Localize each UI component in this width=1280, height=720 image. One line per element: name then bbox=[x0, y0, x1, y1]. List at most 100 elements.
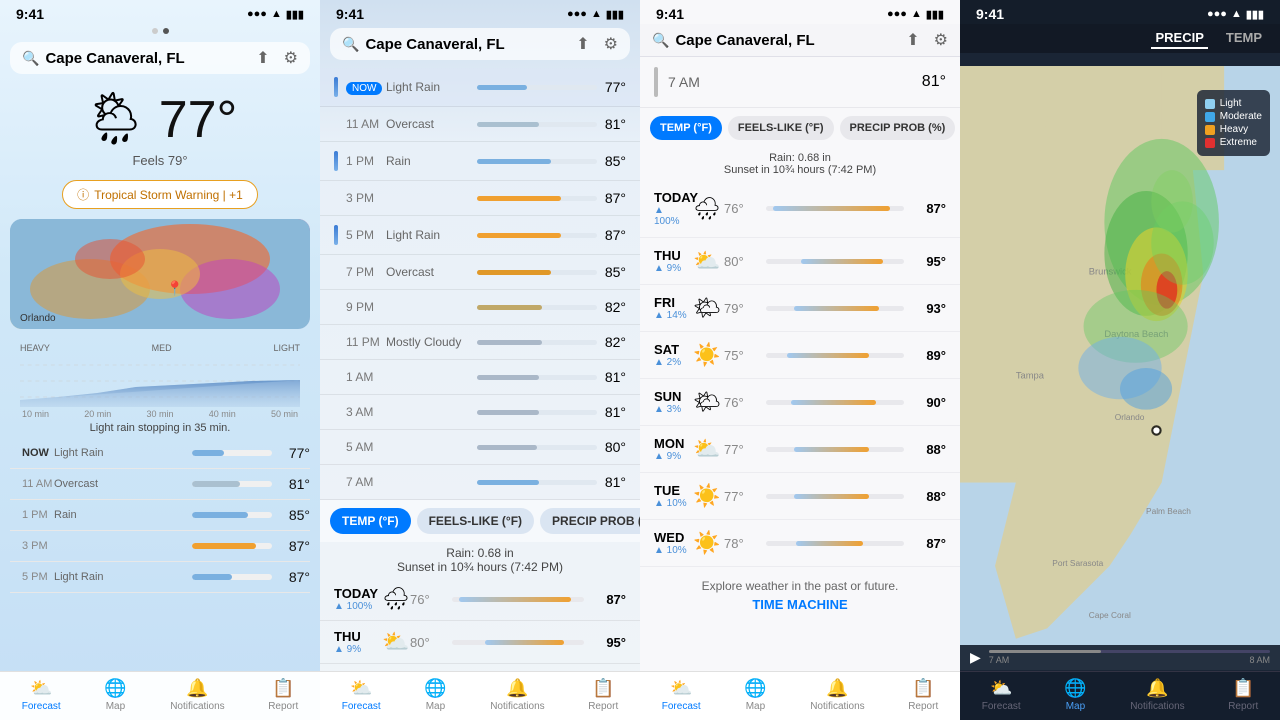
ttab-feellike-3[interactable]: FEELS-LIKE (°F) bbox=[728, 116, 834, 140]
play-button[interactable]: ▶ bbox=[970, 649, 981, 666]
rain-chart-svg bbox=[20, 355, 300, 407]
nav-forecast-4[interactable]: ⛅ Forecast bbox=[982, 678, 1021, 712]
h2-bar-7am bbox=[477, 480, 597, 485]
map-top-bar: PRECIP TEMP bbox=[960, 24, 1280, 53]
daily-bar-sat-3 bbox=[766, 353, 904, 358]
nav-map-4[interactable]: 🌐 Map bbox=[1064, 678, 1086, 712]
battery-icon-1: ▮▮▮ bbox=[286, 8, 304, 21]
wifi-icon-1: ▲ bbox=[271, 8, 282, 20]
nav-forecast-label-1: Forecast bbox=[22, 701, 61, 712]
settings-icon-2[interactable]: ⚙ bbox=[604, 34, 618, 54]
map-legend: Light Moderate Heavy Extreme bbox=[1197, 90, 1270, 156]
location-display-1[interactable]: 🔍 Cape Canaveral, FL bbox=[22, 50, 185, 67]
nav-notif-4[interactable]: 🔔 Notifications bbox=[1130, 678, 1184, 712]
status-icons-1: ●●● ▲ ▮▮▮ bbox=[247, 8, 304, 21]
legend-light-label: Light bbox=[1220, 98, 1242, 109]
feels-like: Feels 79° bbox=[132, 153, 187, 168]
nav-map-2[interactable]: 🌐 Map bbox=[424, 678, 446, 712]
share-icon-3[interactable]: ⬆ bbox=[906, 30, 919, 50]
search-icon-1: 🔍 bbox=[22, 50, 39, 67]
nav-map-label-2: Map bbox=[426, 701, 445, 712]
tab-feellike-2[interactable]: FEELS-LIKE (°F) bbox=[417, 508, 534, 534]
map-tab-temp[interactable]: TEMP bbox=[1222, 28, 1266, 49]
nav-report-3[interactable]: 📋 Report bbox=[908, 678, 938, 712]
nav-forecast-label-4: Forecast bbox=[982, 701, 1021, 712]
h2-row-9pm: 9 PM 82° bbox=[320, 290, 640, 325]
nav-notif-3[interactable]: 🔔 Notifications bbox=[810, 678, 864, 712]
daily-bar-mon-3 bbox=[766, 447, 904, 452]
wifi-icon-3: ▲ bbox=[911, 8, 922, 20]
h2-bar-1pm bbox=[477, 159, 597, 164]
share-icon-1[interactable]: ⬆ bbox=[256, 48, 269, 68]
h2-row-11am: 11 AM Overcast 81° bbox=[320, 107, 640, 142]
map-icon-3: 🌐 bbox=[744, 678, 766, 699]
nav-forecast-2[interactable]: ⛅ Forecast bbox=[342, 678, 381, 712]
nav-map-3[interactable]: 🌐 Map bbox=[744, 678, 766, 712]
time-machine-section: Explore weather in the past or future. T… bbox=[640, 567, 960, 624]
report-icon-3: 📋 bbox=[912, 678, 934, 699]
bottom-nav-1: ⛅ Forecast 🌐 Map 🔔 Notifications 📋 Repor… bbox=[0, 671, 320, 720]
status-time-4: 9:41 bbox=[976, 6, 1004, 22]
tab-temp-2[interactable]: TEMP (°F) bbox=[330, 508, 411, 534]
header-icons-2: ⬆ ⚙ bbox=[576, 34, 618, 54]
ttab-temp-3[interactable]: TEMP (°F) bbox=[650, 116, 722, 140]
map-tab-precip[interactable]: PRECIP bbox=[1151, 28, 1207, 49]
nav-report-1[interactable]: 📋 Report bbox=[268, 678, 298, 712]
nav-notif-label-3: Notifications bbox=[810, 701, 864, 712]
location-display-2[interactable]: 🔍 Cape Canaveral, FL bbox=[342, 36, 505, 53]
h2-row-now: NOW Light Rain 77° bbox=[320, 68, 640, 107]
nav-notif-2[interactable]: 🔔 Notifications bbox=[490, 678, 544, 712]
nav-notif-1[interactable]: 🔔 Notifications bbox=[170, 678, 224, 712]
daily-bar-today-3 bbox=[766, 206, 904, 211]
search-bar-3: 🔍 Cape Canaveral, FL ⬆ ⚙ bbox=[640, 24, 960, 57]
h2-bar-11pm bbox=[477, 340, 597, 345]
nav-forecast-1[interactable]: ⛅ Forecast bbox=[22, 678, 61, 712]
location-name-3: Cape Canaveral, FL bbox=[675, 32, 814, 49]
battery-icon-4: ▮▮▮ bbox=[1246, 8, 1264, 21]
nav-report-4[interactable]: 📋 Report bbox=[1228, 678, 1258, 712]
dot-1 bbox=[152, 28, 158, 34]
nav-map-1[interactable]: 🌐 Map bbox=[104, 678, 126, 712]
bottom-nav-4: ⛅ Forecast 🌐 Map 🔔 Notifications 📋 Repor… bbox=[960, 671, 1280, 720]
today-icon-3: 🌧 bbox=[690, 196, 724, 222]
nav-report-2[interactable]: 📋 Report bbox=[588, 678, 618, 712]
report-icon-1: 📋 bbox=[272, 678, 294, 699]
rain-level-labels: HEAVY MED LIGHT bbox=[20, 343, 300, 353]
daily-tue-3: TUE ▲ 10% ☀️ 77° 88° bbox=[640, 473, 960, 520]
daily-row-thu-2: THU ▲ 9% ⛅ 80° 95° bbox=[320, 621, 640, 664]
panel-daily-forecast: 9:41 ●●● ▲ ▮▮▮ 🔍 Cape Canaveral, FL ⬆ ⚙ … bbox=[640, 0, 960, 720]
fri-icon-3: 🌤 bbox=[690, 295, 724, 321]
rain-description: Light rain stopping in 35 min. bbox=[20, 422, 300, 434]
time-machine-link[interactable]: TIME MACHINE bbox=[652, 597, 948, 612]
nav-forecast-3[interactable]: ⛅ Forecast bbox=[662, 678, 701, 712]
daily-today-3: TODAY ▲ 100% 🌧 76° 87° bbox=[640, 180, 960, 238]
warning-badge[interactable]: ⓘ Tropical Storm Warning | +1 bbox=[62, 180, 258, 209]
notif-icon-3: 🔔 bbox=[826, 678, 848, 699]
status-icons-2: ●●● ▲ ▮▮▮ bbox=[567, 8, 624, 21]
share-icon-2[interactable]: ⬆ bbox=[576, 34, 589, 54]
map-preview[interactable]: 📍 Orlando bbox=[10, 219, 310, 329]
settings-icon-1[interactable]: ⚙ bbox=[284, 48, 298, 68]
map-view[interactable]: Brunswick Daytona Beach Tampa Orlando Pa… bbox=[960, 66, 1280, 670]
settings-icon-3[interactable]: ⚙ bbox=[934, 30, 948, 50]
ttab-precip-3[interactable]: PRECIP PROB (%) bbox=[840, 116, 956, 140]
h2-bar-11am bbox=[477, 122, 597, 127]
location-display-3[interactable]: 🔍 Cape Canaveral, FL bbox=[652, 32, 815, 49]
legend-extreme-dot bbox=[1205, 138, 1215, 148]
bottom-nav-2: ⛅ Forecast 🌐 Map 🔔 Notifications 📋 Repor… bbox=[320, 671, 640, 720]
status-icons-3: ●●● ▲ ▮▮▮ bbox=[887, 8, 944, 21]
tab-precip-2[interactable]: PRECIP PROB (%) bbox=[540, 508, 640, 534]
thu-weather-icon-2: ⛅ bbox=[382, 629, 410, 655]
radar-map-svg: Brunswick Daytona Beach Tampa Orlando Pa… bbox=[960, 66, 1280, 670]
map-icon-1: 🌐 bbox=[104, 678, 126, 699]
hourly-row-1pm: 1 PM Rain 85° bbox=[10, 500, 310, 531]
h2-row-1am: 1 AM 81° bbox=[320, 360, 640, 395]
rain-heavy-label: HEAVY bbox=[20, 343, 50, 353]
legend-heavy-dot bbox=[1205, 125, 1215, 135]
daily-wed-3: WED ▲ 10% ☀️ 78° 87° bbox=[640, 520, 960, 567]
thu-icon-3: ⛅ bbox=[690, 248, 724, 274]
hourly-bar-1pm bbox=[192, 512, 272, 518]
now-side-bar-2 bbox=[334, 77, 338, 97]
h2-row-3pm: 3 PM 87° bbox=[320, 181, 640, 216]
time-slider[interactable] bbox=[989, 650, 1270, 653]
